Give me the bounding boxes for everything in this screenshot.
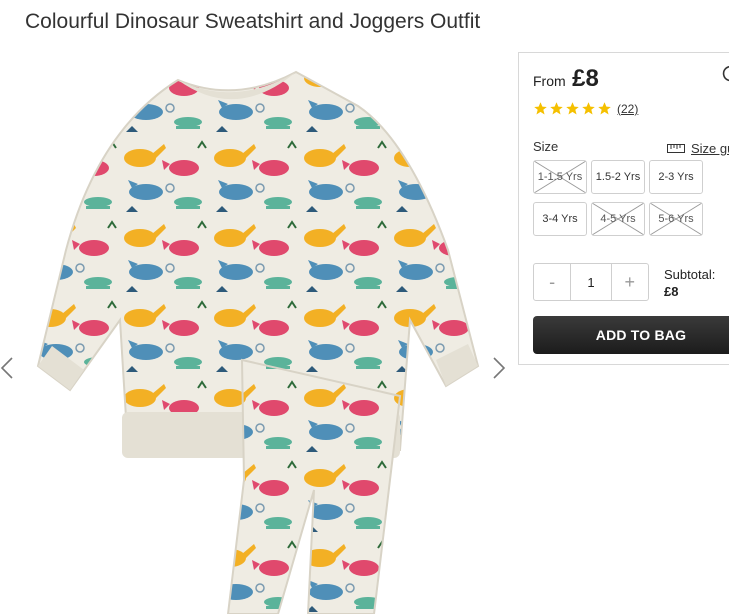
subtotal-value: £8: [664, 284, 679, 299]
size-option-label: 2-3 Yrs: [658, 171, 694, 183]
rating: (22): [533, 101, 638, 116]
subtotal-label: Subtotal:: [664, 267, 716, 282]
size-option[interactable]: 5-6 Yrs: [649, 202, 703, 236]
star-rating: [533, 101, 612, 116]
quantity-value[interactable]: 1: [570, 264, 612, 300]
price-from-label: From: [533, 73, 566, 89]
add-to-bag-button[interactable]: ADD TO BAG: [533, 316, 729, 354]
quantity-increase-button[interactable]: +: [612, 264, 648, 300]
size-label: Size: [533, 139, 559, 154]
size-guide-link[interactable]: Size gu: [667, 141, 729, 156]
star-icon: [582, 102, 595, 115]
size-option-label: 5-6 Yrs: [658, 213, 694, 225]
product-title: Colourful Dinosaur Sweatshirt and Jogger…: [25, 10, 481, 33]
size-option-label: 3-4 Yrs: [542, 213, 578, 225]
ruler-icon: [667, 144, 685, 153]
subtotal: Subtotal: £8: [664, 266, 715, 300]
product-gallery: [0, 52, 512, 614]
star-icon: [598, 102, 611, 115]
size-option-label: 1.5-2 Yrs: [595, 171, 641, 183]
size-option-label: 4-5 Yrs: [600, 213, 636, 225]
chevron-left-icon: [0, 357, 13, 379]
size-option[interactable]: 3-4 Yrs: [533, 202, 587, 236]
price-value: £8: [572, 65, 599, 92]
wishlist-heart-icon[interactable]: [721, 65, 729, 85]
chevron-right-icon: [493, 357, 506, 379]
quantity-stepper: - 1 +: [533, 263, 649, 301]
price: From £8: [533, 65, 599, 93]
size-guide-label: Size gu: [691, 141, 729, 156]
size-option[interactable]: 1.5-2 Yrs: [591, 160, 645, 194]
star-icon: [550, 102, 563, 115]
quantity-decrease-button[interactable]: -: [534, 264, 570, 300]
size-option[interactable]: 2-3 Yrs: [649, 160, 703, 194]
review-count-link[interactable]: (22): [617, 102, 638, 116]
purchase-panel: From £8 (22) Size Size gu 1-1.5 Yrs 1.5-2…: [518, 52, 729, 365]
product-image[interactable]: [28, 60, 488, 614]
star-icon: [566, 102, 579, 115]
size-option-label: 1-1.5 Yrs: [537, 171, 583, 183]
gallery-prev-button[interactable]: [0, 356, 14, 380]
size-option[interactable]: 4-5 Yrs: [591, 202, 645, 236]
gallery-next-button[interactable]: [492, 356, 506, 380]
star-icon: [534, 102, 547, 115]
size-option[interactable]: 1-1.5 Yrs: [533, 160, 587, 194]
